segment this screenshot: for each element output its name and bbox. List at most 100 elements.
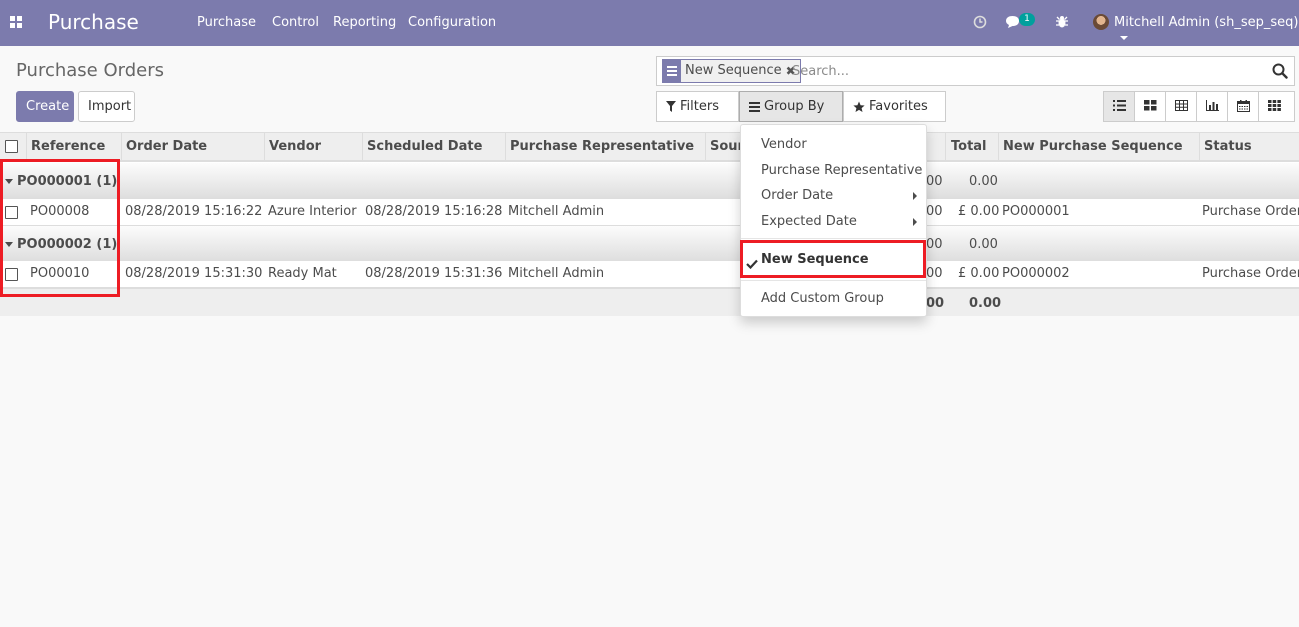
cell-representative: Mitchell Admin xyxy=(508,266,605,281)
menu-control[interactable]: Control xyxy=(272,15,319,30)
grid-view-icon[interactable] xyxy=(1259,92,1290,121)
select-all-cell xyxy=(0,133,27,161)
group-by-dropdown: Vendor Purchase Representative Order Dat… xyxy=(740,124,927,317)
cell-total: £ 0.00 xyxy=(958,266,1000,281)
filters-label: Filters xyxy=(680,99,719,114)
footer-total: 0.00 xyxy=(969,296,1002,311)
search-box: New Sequence ✖ xyxy=(656,56,1295,86)
facet-value: New Sequence xyxy=(685,63,782,78)
column-vendor[interactable]: Vendor xyxy=(265,133,363,161)
column-order-date[interactable]: Order Date xyxy=(122,133,265,161)
search-facet-new-sequence[interactable]: New Sequence ✖ xyxy=(662,59,801,83)
menu-configuration[interactable]: Configuration xyxy=(408,15,496,30)
column-total[interactable]: Total xyxy=(947,133,999,161)
filter-funnel-icon xyxy=(666,101,676,112)
cell-reference: PO00010 xyxy=(30,266,90,281)
activity-clock-icon[interactable] xyxy=(973,15,987,29)
app-brand[interactable]: Purchase xyxy=(48,10,139,34)
table-header: Reference Order Date Vendor Scheduled Da… xyxy=(0,132,1299,162)
group-by-expected-date[interactable]: Expected Date xyxy=(761,214,857,229)
column-scheduled-date[interactable]: Scheduled Date xyxy=(363,133,506,161)
group-by-order-date[interactable]: Order Date xyxy=(761,188,833,203)
cell-order-date: 08/28/2019 15:16:22 xyxy=(125,204,263,219)
footer-untaxed: 00 xyxy=(926,296,945,311)
user-menu[interactable]: Mitchell Admin (sh_sep_seq) xyxy=(1114,15,1299,45)
group-total: 0.00 xyxy=(969,237,998,252)
table-footer: 00 0.00 xyxy=(0,288,1299,316)
search-icon[interactable] xyxy=(1272,63,1288,79)
menu-reporting[interactable]: Reporting xyxy=(333,15,396,30)
favorites-button[interactable]: Favorites xyxy=(843,91,946,138)
view-switcher xyxy=(1103,91,1295,122)
top-navbar: Purchase Purchase Control Reporting Conf… xyxy=(0,0,1299,46)
cell-representative: Mitchell Admin xyxy=(508,204,605,219)
caret-down-icon xyxy=(5,242,13,247)
dropdown-divider xyxy=(741,280,926,281)
table-row[interactable]: PO00010 08/28/2019 15:31:30 Ready Mat 08… xyxy=(0,261,1299,288)
dropdown-divider xyxy=(741,238,926,239)
group-by-bars-icon xyxy=(749,101,760,112)
star-icon xyxy=(853,101,865,112)
menu-purchase[interactable]: Purchase xyxy=(197,15,256,30)
row-checkbox[interactable] xyxy=(5,206,18,219)
cell-reference: PO00008 xyxy=(30,204,90,219)
cell-status: Purchase Order xyxy=(1202,204,1299,219)
messages-count-badge: 1 xyxy=(1019,13,1035,26)
group-by-facet-icon xyxy=(663,60,681,82)
purchase-orders-table: Reference Order Date Vendor Scheduled Da… xyxy=(0,132,1299,316)
column-new-purchase-sequence[interactable]: New Purchase Sequence xyxy=(999,133,1200,161)
pivot-view-icon[interactable] xyxy=(1166,92,1197,121)
group-label: PO000002 (1) xyxy=(5,237,117,252)
cell-untaxed: 00 xyxy=(926,266,943,281)
group-by-purchase-representative[interactable]: Purchase Representative xyxy=(761,163,922,178)
graph-view-icon[interactable] xyxy=(1197,92,1228,121)
search-input[interactable] xyxy=(792,61,1262,81)
group-by-button[interactable]: Group By xyxy=(739,91,843,138)
select-all-checkbox[interactable] xyxy=(5,140,18,153)
column-reference[interactable]: Reference xyxy=(27,133,122,161)
group-name: PO000002 (1) xyxy=(17,237,118,252)
column-purchase-representative[interactable]: Purchase Representative xyxy=(506,133,706,161)
cell-scheduled-date: 08/28/2019 15:31:36 xyxy=(365,266,503,281)
calendar-view-icon[interactable] xyxy=(1228,92,1259,121)
cell-vendor: Ready Mat xyxy=(268,266,337,281)
user-name-label: Mitchell Admin (sh_sep_seq) xyxy=(1114,15,1299,30)
cell-status: Purchase Order xyxy=(1202,266,1299,281)
caret-down-icon xyxy=(5,179,13,184)
page-title: Purchase Orders xyxy=(16,60,164,81)
import-button[interactable]: Import xyxy=(78,91,135,122)
create-button[interactable]: Create xyxy=(16,91,74,122)
apps-grid-icon[interactable] xyxy=(10,16,22,28)
group-row-po000002[interactable]: PO000002 (1) 00 0.00 xyxy=(0,226,1299,262)
check-icon xyxy=(746,259,758,269)
submenu-arrow-icon xyxy=(913,192,917,200)
cell-sequence: PO000002 xyxy=(1002,266,1070,281)
cell-order-date: 08/28/2019 15:31:30 xyxy=(125,266,263,281)
debug-bug-icon[interactable] xyxy=(1055,15,1069,29)
column-status[interactable]: Status xyxy=(1200,133,1299,161)
submenu-arrow-icon xyxy=(913,218,917,226)
add-custom-group[interactable]: Add Custom Group xyxy=(761,291,884,306)
group-name: PO000001 (1) xyxy=(17,174,118,189)
group-row-po000001[interactable]: PO000001 (1) 00 0.00 xyxy=(0,163,1299,199)
group-untaxed: 00 xyxy=(926,174,943,189)
group-by-label: Group By xyxy=(764,99,825,114)
cell-untaxed: 00 xyxy=(926,204,943,219)
list-view-icon[interactable] xyxy=(1104,92,1135,121)
filters-button[interactable]: Filters xyxy=(656,91,739,138)
group-total: 0.00 xyxy=(969,174,998,189)
favorites-label: Favorites xyxy=(869,99,928,114)
group-by-vendor[interactable]: Vendor xyxy=(761,137,807,152)
cell-scheduled-date: 08/28/2019 15:16:28 xyxy=(365,204,503,219)
cell-total: £ 0.00 xyxy=(958,204,1000,219)
group-untaxed: 00 xyxy=(926,237,943,252)
table-row[interactable]: PO00008 08/28/2019 15:16:22 Azure Interi… xyxy=(0,199,1299,226)
kanban-view-icon[interactable] xyxy=(1135,92,1166,121)
cell-vendor: Azure Interior xyxy=(268,204,357,219)
row-checkbox[interactable] xyxy=(5,268,18,281)
user-avatar[interactable] xyxy=(1093,14,1109,30)
cell-sequence: PO000001 xyxy=(1002,204,1070,219)
group-label: PO000001 (1) xyxy=(5,174,117,189)
group-by-new-sequence[interactable]: New Sequence xyxy=(761,252,869,267)
user-menu-caret-icon xyxy=(1120,35,1128,40)
